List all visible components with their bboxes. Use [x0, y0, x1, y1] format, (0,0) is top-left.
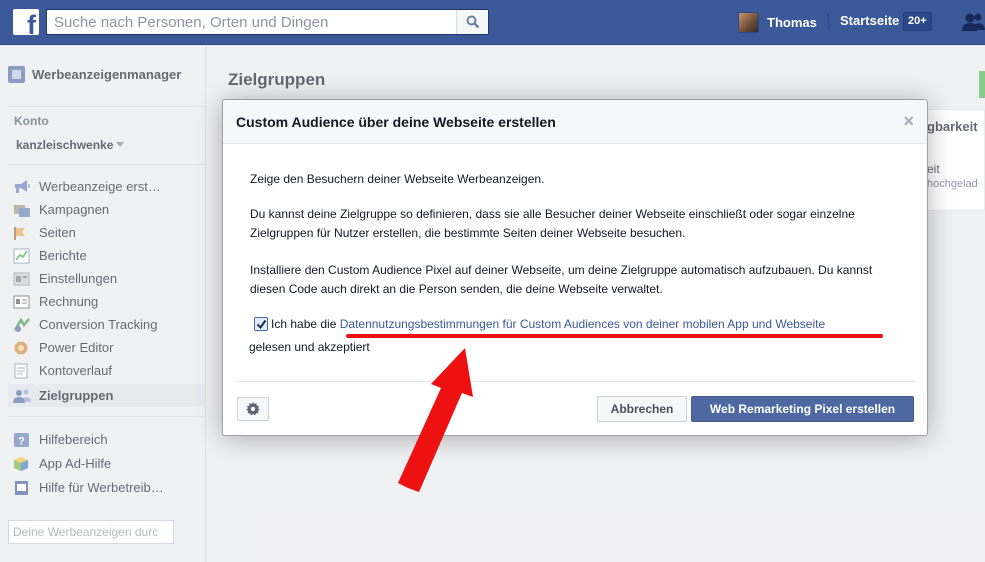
create-pixel-button[interactable]: Web Remarketing Pixel erstellen [691, 396, 914, 422]
custom-audience-dialog: Custom Audience über deine Webseite erst… [222, 99, 928, 436]
dialog-header: Custom Audience über deine Webseite erst… [223, 100, 927, 144]
annotation-underline [346, 334, 883, 338]
terms-checkbox-row: Ich habe die Datennutzungsbestimmungen f… [254, 315, 904, 334]
cancel-button[interactable]: Abbrechen [597, 396, 687, 422]
terms-text: Ich habe die Datennutzungsbestimmungen f… [254, 315, 904, 334]
settings-button[interactable] [237, 397, 269, 421]
dialog-text-definition: Du kannst deine Zielgruppe so definieren… [250, 207, 855, 240]
terms-link[interactable]: Datennutzungsbestimmungen für Custom Aud… [340, 317, 825, 331]
search-button[interactable] [456, 10, 488, 34]
gear-icon [246, 402, 260, 416]
checkmark-icon [256, 319, 267, 330]
home-count-badge: 20+ [903, 12, 932, 31]
top-navigation-bar: f Thomas Startseite 20+ [0, 0, 985, 45]
annotation-arrow-icon [398, 348, 473, 492]
close-icon[interactable]: × [903, 112, 914, 130]
profile-link[interactable]: Thomas [738, 11, 817, 33]
terms-checkbox[interactable] [254, 317, 268, 331]
terms-prefix: Ich habe die [271, 317, 337, 331]
facebook-logo-icon[interactable]: f [13, 9, 39, 35]
home-link[interactable]: Startseite [840, 13, 899, 28]
search-box [46, 9, 489, 35]
avatar [738, 11, 759, 33]
search-icon [466, 15, 480, 29]
profile-name: Thomas [767, 14, 817, 30]
terms-suffix: gelesen und akzeptiert [249, 340, 370, 354]
dialog-text-intro: Zeige den Besuchern deiner Webseite Werb… [250, 172, 545, 186]
nav-divider [828, 13, 829, 31]
dialog-text-pixel-info: Installiere den Custom Audience Pixel au… [250, 263, 873, 296]
dialog-title: Custom Audience über deine Webseite erst… [236, 114, 556, 130]
dialog-footer-divider [235, 381, 915, 382]
search-input[interactable] [47, 10, 457, 34]
friend-requests-icon[interactable] [961, 12, 985, 32]
